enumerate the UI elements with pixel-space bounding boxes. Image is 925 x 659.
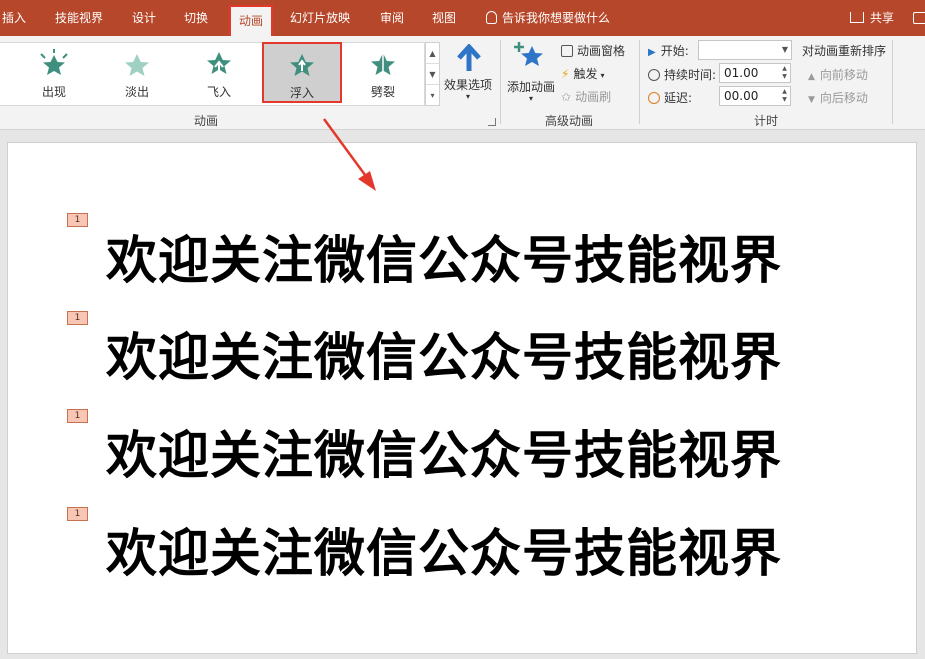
tab-animations[interactable]: 动画: [229, 5, 274, 36]
chevron-down-icon: ▾: [529, 94, 534, 103]
add-star-icon: [514, 42, 543, 66]
float-in-star-icon: [290, 54, 314, 76]
trigger-label: 触发: [573, 67, 598, 81]
triangle-down-icon: ▼: [808, 95, 815, 105]
slide-text-line[interactable]: 欢迎关注微信公众号技能视界: [106, 512, 782, 586]
share-label: 共享: [870, 11, 895, 25]
move-earlier-label: 向前移动: [819, 68, 868, 82]
animation-pane-button[interactable]: 动画窗格: [561, 42, 625, 59]
dialog-launcher-icon[interactable]: [488, 118, 496, 126]
triangle-up-icon: ▲: [808, 72, 815, 82]
delay-spinner[interactable]: ▲ ▼: [780, 88, 789, 104]
effect-options-button[interactable]: 效果选项 ▾: [444, 42, 494, 108]
animation-pane-icon: [561, 45, 573, 57]
duration-value: 01.00: [724, 66, 759, 80]
scroll-down-icon[interactable]: ▼: [426, 64, 439, 85]
lightning-icon: ⚡: [561, 67, 570, 81]
group-label-advanced: 高级动画: [545, 114, 594, 128]
slide-text-line[interactable]: 欢迎关注微信公众号技能视界: [106, 316, 782, 390]
start-dropdown[interactable]: ▼: [698, 40, 792, 60]
duration-spinner[interactable]: ▲ ▼: [780, 65, 789, 81]
animation-pane-label: 动画窗格: [577, 44, 626, 58]
animation-order-tag[interactable]: 1: [67, 409, 88, 423]
slide-text-line[interactable]: 欢迎关注微信公众号技能视界: [106, 414, 782, 488]
duration-label-row: 持续时间:: [648, 66, 716, 83]
tab-skill-view[interactable]: 技能视界: [55, 0, 103, 36]
comment-icon[interactable]: [913, 12, 925, 24]
duration-label: 持续时间:: [664, 68, 717, 82]
delay-clock-icon: [648, 92, 660, 104]
chevron-down-icon: ▼: [781, 45, 788, 54]
animation-fly-in[interactable]: 飞入: [179, 43, 259, 105]
tab-view[interactable]: 视图: [432, 0, 456, 36]
trigger-button[interactable]: ⚡ 触发 ▾: [561, 65, 604, 82]
animation-gallery: 出现 淡出 飞入 浮入 劈裂: [0, 42, 425, 106]
annotation-arrow-icon: [322, 118, 376, 191]
group-label-animation: 动画: [194, 114, 219, 128]
delay-value: 00.00: [724, 89, 759, 103]
gallery-scrollbar[interactable]: ▲ ▼ ▾: [425, 42, 440, 106]
share-icon: [850, 12, 864, 23]
animation-order-tag[interactable]: 1: [67, 311, 88, 325]
play-icon: ▶: [648, 47, 656, 58]
animation-painter-label: 动画刷: [575, 90, 612, 104]
delay-input[interactable]: 00.00 ▲ ▼: [719, 86, 791, 106]
animation-label: 劈裂: [370, 85, 395, 99]
chevron-down-icon: ▾: [600, 71, 605, 80]
animation-split[interactable]: 劈裂: [343, 43, 423, 105]
gallery-expand-icon[interactable]: ▾: [426, 85, 439, 106]
animation-float-in[interactable]: 浮入: [262, 42, 342, 103]
ribbon-tab-bar: 插入 技能视界 设计 切换 动画 幻灯片放映 审阅 视图 告诉我你想要做什么 共…: [0, 0, 925, 36]
separator: [892, 40, 893, 124]
move-later-label: 向后移动: [819, 91, 868, 105]
slide-editor-area: 1 欢迎关注微信公众号技能视界 1 欢迎关注微信公众号技能视界 1 欢迎关注微信…: [0, 130, 925, 659]
separator: [639, 40, 640, 124]
slide-text-line[interactable]: 欢迎关注微信公众号技能视界: [106, 219, 782, 293]
reorder-title: 对动画重新排序: [802, 44, 887, 58]
arrow-up-icon: [457, 44, 481, 71]
tell-me-box[interactable]: 告诉我你想要做什么: [486, 0, 610, 36]
animation-order-tag[interactable]: 1: [67, 213, 88, 227]
animation-label: 淡出: [124, 85, 149, 99]
animation-painter-button[interactable]: ✩ 动画刷: [561, 88, 611, 105]
animation-fade[interactable]: 淡出: [97, 43, 177, 105]
delay-label-row: 延迟:: [648, 89, 692, 106]
tab-slideshow[interactable]: 幻灯片放映: [290, 0, 350, 36]
duration-input[interactable]: 01.00 ▲ ▼: [719, 63, 791, 83]
lightbulb-icon: [486, 11, 497, 24]
effect-options-label: 效果选项: [444, 78, 493, 92]
tell-me-text: 告诉我你想要做什么: [502, 11, 611, 25]
ribbon-animations: 出现 淡出 飞入 浮入 劈裂 ▲ ▼ ▾ 效果选项 ▾ 动画 添加动画 ▾ 动画…: [0, 36, 925, 130]
fade-star-icon: [125, 54, 149, 76]
animation-label: 飞入: [206, 85, 231, 99]
clock-icon: [648, 69, 660, 81]
separator: [500, 40, 501, 124]
animation-appear[interactable]: 出现: [14, 43, 94, 105]
animation-label: 出现: [41, 85, 66, 99]
fly-in-star-icon: [207, 52, 231, 79]
animation-painter-icon: ✩: [561, 90, 572, 104]
tab-transitions[interactable]: 切换: [184, 0, 208, 36]
animation-label: 浮入: [289, 86, 314, 100]
move-later-button[interactable]: ▼ 向后移动: [808, 89, 868, 106]
group-label-timing: 计时: [754, 114, 779, 128]
tab-insert[interactable]: 插入: [2, 0, 26, 36]
tab-design[interactable]: 设计: [132, 0, 156, 36]
animation-order-tag[interactable]: 1: [67, 507, 88, 521]
tab-review[interactable]: 审阅: [380, 0, 404, 36]
add-animation-button[interactable]: 添加动画 ▾: [505, 40, 557, 108]
slide-canvas[interactable]: 1 欢迎关注微信公众号技能视界 1 欢迎关注微信公众号技能视界 1 欢迎关注微信…: [7, 142, 917, 654]
delay-label: 延迟:: [664, 91, 693, 105]
chevron-down-icon: ▾: [466, 92, 471, 101]
add-animation-label: 添加动画: [507, 80, 556, 94]
start-label-row: ▶ 开始:: [648, 42, 689, 59]
share-button[interactable]: 共享: [850, 0, 894, 36]
start-label: 开始:: [660, 44, 689, 58]
move-earlier-button[interactable]: ▲ 向前移动: [808, 66, 868, 83]
appear-star-icon: [40, 49, 68, 75]
scroll-up-icon[interactable]: ▲: [426, 43, 439, 64]
split-star-icon: [371, 51, 395, 77]
